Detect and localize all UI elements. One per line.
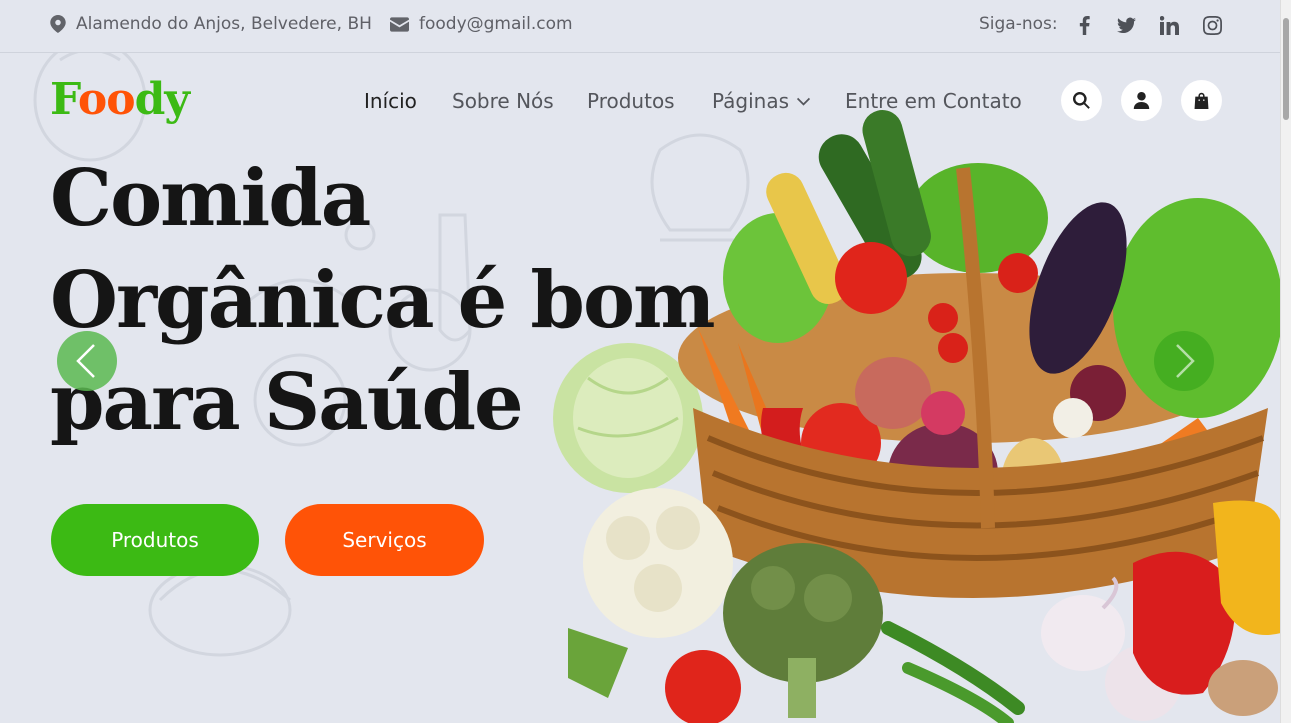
chevron-down-icon <box>797 97 811 106</box>
email-text: foody@gmail.com <box>419 14 573 34</box>
chevron-left-icon <box>76 344 95 378</box>
services-button[interactable]: Serviços <box>285 504 484 576</box>
facebook-link[interactable] <box>1073 14 1095 36</box>
envelope-icon <box>390 16 409 32</box>
linkedin-link[interactable] <box>1158 14 1180 36</box>
carousel-prev-button[interactable] <box>57 331 117 391</box>
twitter-icon <box>1116 17 1136 33</box>
logo-letter: y <box>164 74 190 125</box>
hero-heading-line: Comida <box>50 153 371 244</box>
top-info-bar: Alamendo do Anjos, Belvedere, BH foody@g… <box>0 0 1280 53</box>
user-icon <box>1133 92 1150 109</box>
hero-heading: Comida Orgânica é bom para Saúde <box>50 148 730 454</box>
logo-letter: F <box>50 74 79 125</box>
facebook-icon <box>1079 15 1090 35</box>
address-item: Alamendo do Anjos, Belvedere, BH <box>50 14 372 34</box>
nav-inicio[interactable]: Início <box>364 89 417 113</box>
chevron-right-icon <box>1176 344 1195 378</box>
instagram-link[interactable] <box>1201 14 1223 36</box>
logo-letter: o <box>77 74 107 125</box>
search-icon <box>1073 92 1090 109</box>
scrollbar-thumb[interactable] <box>1283 18 1289 120</box>
follow-label: Siga-nos: <box>979 14 1058 34</box>
logo-letter: d <box>134 74 166 125</box>
foody-logo[interactable]: Foody <box>50 74 190 125</box>
nav-sobre-nos[interactable]: Sobre Nós <box>452 89 554 113</box>
hero-heading-line: para Saúde <box>50 357 524 448</box>
products-button[interactable]: Produtos <box>51 504 259 576</box>
carousel-next-button[interactable] <box>1154 331 1214 391</box>
hero-heading-line: Orgânica é bom <box>50 255 716 346</box>
instagram-icon <box>1202 15 1222 35</box>
linkedin-icon <box>1159 15 1179 35</box>
logo-letter: o <box>106 74 135 125</box>
shopping-bag-icon <box>1194 92 1209 109</box>
twitter-link[interactable] <box>1115 14 1137 36</box>
address-text: Alamendo do Anjos, Belvedere, BH <box>76 14 372 34</box>
map-marker-icon <box>50 15 66 33</box>
email-item[interactable]: foody@gmail.com <box>390 14 573 34</box>
